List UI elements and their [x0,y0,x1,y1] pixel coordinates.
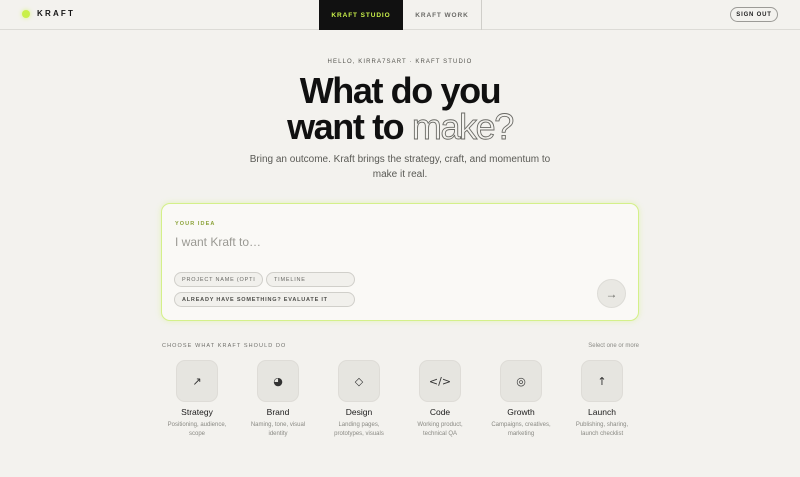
option-title: Launch [588,407,616,417]
options-section-label: CHOOSE WHAT KRAFT SHOULD DO [162,343,287,349]
brand-logo[interactable]: KRAFT [22,9,75,18]
arrow-up-right-icon: ↗ [176,360,218,402]
option-description: Positioning, audience, scope [167,422,227,437]
idea-label: YOUR IDEA [175,221,216,227]
option-strategy[interactable]: ↗ Strategy Positioning, audience, scope [157,360,237,439]
logo-dot-icon [22,9,30,18]
target-icon: ◎ [500,360,542,402]
sign-out-button[interactable]: SIGN OUT [730,7,778,22]
option-title: Brand [266,407,290,417]
page-title: What do you want to make? [0,73,800,145]
idea-input[interactable] [175,233,595,251]
options-hint: Select one or more [588,343,639,349]
tab-kraft-studio[interactable]: KRAFT STUDIO [319,0,403,30]
option-brand[interactable]: ◕ Brand Naming, tone, visual identity [238,360,318,439]
top-nav-bar: KRAFT KRAFT STUDIO KRAFT WORK SIGN OUT [0,0,800,30]
option-description: Publishing, sharing, launch checklist [575,422,629,437]
diamond-icon: ◇ [338,360,380,402]
option-design[interactable]: ◇ Design Landing pages, prototypes, visu… [319,360,399,439]
option-title: Growth [507,407,535,417]
title-outline-word: make? [411,106,514,147]
option-title: Strategy [181,407,213,417]
option-title: Design [345,407,373,417]
option-description: Working product, technical QA [417,422,463,437]
idea-card: YOUR IDEA ALREADY HAVE SOMETHING? EVALUA… [161,203,639,321]
option-launch[interactable]: ↑ Launch Publishing, sharing, launch che… [562,360,642,439]
code-icon: </> [419,360,461,402]
arrow-right-icon: → [605,286,618,301]
evaluate-existing-button[interactable]: ALREADY HAVE SOMETHING? EVALUATE IT [174,292,355,307]
submit-idea-button[interactable]: → [597,279,626,308]
half-circle-icon: ◕ [257,360,299,402]
option-code[interactable]: </> Code Working product, technical QA [400,360,480,439]
logo-text: KRAFT [37,9,76,18]
option-description: Campaigns, creatives, marketing [491,422,551,437]
option-description: Landing pages, prototypes, visuals [334,422,384,437]
option-growth[interactable]: ◎ Growth Campaigns, creatives, marketing [481,360,561,439]
option-title: Code [429,407,451,417]
tab-kraft-work[interactable]: KRAFT WORK [403,0,482,30]
option-description: Naming, tone, visual identity [250,422,306,437]
project-name-field[interactable] [174,272,263,287]
title-line-2: want to [287,106,412,147]
arrow-up-icon: ↑ [581,360,623,402]
title-line-1: What do you [299,70,502,111]
timeline-field[interactable] [266,272,355,287]
page-subtitle: Bring an outcome. Kraft brings the strat… [249,154,551,180]
greeting-text: HELLO, KIRRA7SART · KRAFT STUDIO [327,59,473,65]
nav-tabs: KRAFT STUDIO KRAFT WORK [319,0,482,30]
